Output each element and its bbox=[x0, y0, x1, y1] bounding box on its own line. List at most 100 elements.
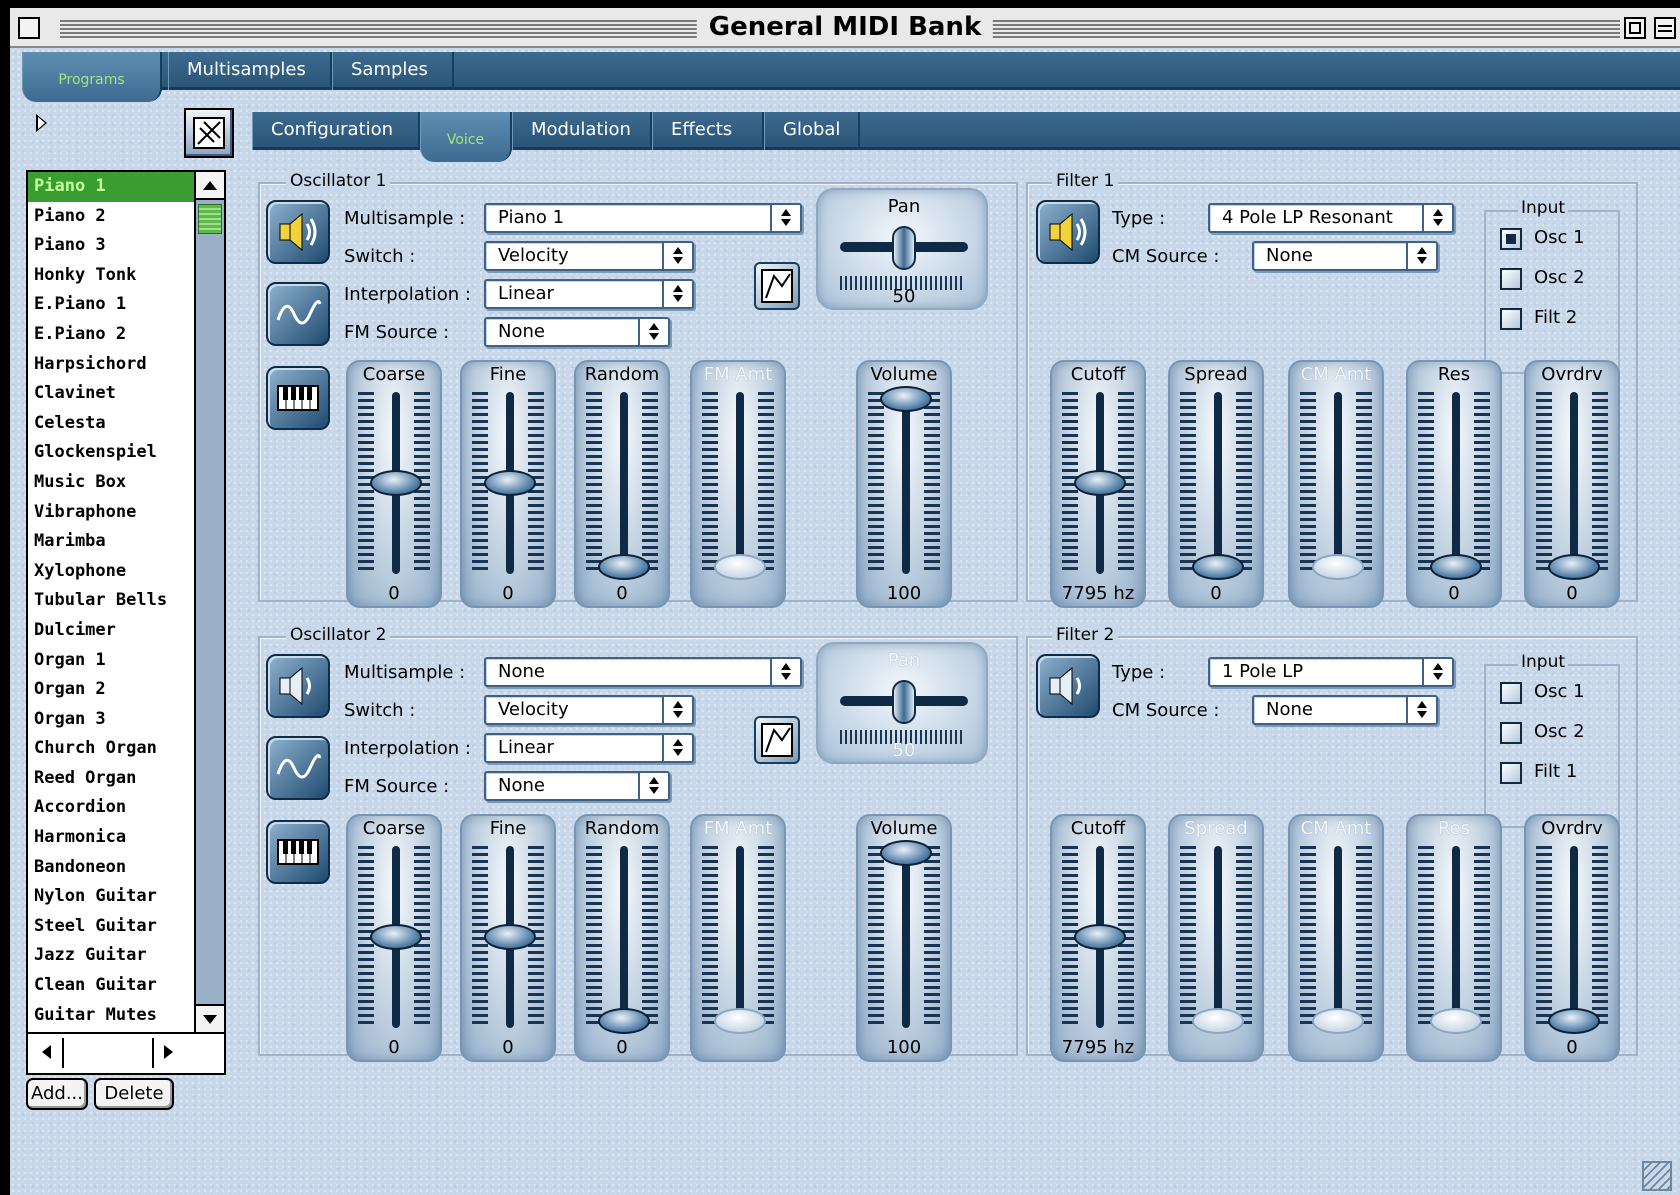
list-item[interactable]: Reed Organ bbox=[28, 764, 196, 794]
pan-handle[interactable] bbox=[892, 226, 916, 270]
keyboard-icon[interactable] bbox=[266, 820, 330, 884]
add-program-button[interactable]: Add... bbox=[26, 1078, 88, 1110]
cm-source-select[interactable]: None bbox=[1252, 695, 1438, 725]
fader-ovrdrv[interactable]: Ovrdrv 0 bbox=[1524, 814, 1620, 1062]
fader-res[interactable]: Res bbox=[1406, 814, 1502, 1062]
title-bar[interactable]: General MIDI Bank bbox=[10, 8, 1680, 48]
fader-cm-amt[interactable]: CM Amt bbox=[1288, 360, 1384, 608]
grow-box-icon[interactable] bbox=[1642, 1161, 1672, 1191]
pan-control[interactable]: Pan 50 bbox=[816, 188, 988, 310]
speaker-icon[interactable] bbox=[266, 654, 330, 718]
fader-random[interactable]: Random 0 bbox=[574, 814, 670, 1062]
windowshade-icon[interactable] bbox=[1654, 17, 1676, 39]
list-item[interactable]: Church Organ bbox=[28, 734, 196, 764]
program-list-hscroll[interactable] bbox=[28, 1032, 224, 1073]
waveform-icon[interactable] bbox=[266, 282, 330, 346]
waveform-icon[interactable] bbox=[266, 736, 330, 800]
disclosure-triangle-icon[interactable] bbox=[36, 114, 47, 132]
cm-source-select[interactable]: None bbox=[1252, 241, 1438, 271]
pan-handle[interactable] bbox=[892, 680, 916, 724]
scroll-down-arrow-icon[interactable] bbox=[196, 1004, 224, 1032]
list-item[interactable]: Accordion bbox=[28, 793, 196, 823]
list-item[interactable]: Harpsichord bbox=[28, 350, 196, 380]
envelope-edit-icon[interactable] bbox=[754, 262, 800, 310]
list-item[interactable]: Steel Guitar bbox=[28, 912, 196, 942]
edit-program-icon[interactable] bbox=[184, 108, 234, 158]
delete-program-button[interactable]: Delete bbox=[94, 1078, 174, 1110]
tab-modulation[interactable]: Modulation bbox=[512, 112, 652, 150]
list-item[interactable]: Honky Tonk bbox=[28, 261, 196, 291]
input-checkbox[interactable] bbox=[1500, 228, 1522, 250]
tab-programs[interactable]: Programs bbox=[22, 52, 162, 102]
switch-select[interactable]: Velocity bbox=[484, 695, 694, 725]
list-item[interactable]: E.Piano 1 bbox=[28, 290, 196, 320]
list-item[interactable]: Piano 2 bbox=[28, 202, 196, 232]
list-item[interactable]: Organ 1 bbox=[28, 646, 196, 676]
fader-handle[interactable] bbox=[1430, 1008, 1482, 1034]
fader-cm-amt[interactable]: CM Amt bbox=[1288, 814, 1384, 1062]
scroll-up-arrow-icon[interactable] bbox=[196, 172, 224, 200]
multisample-select[interactable]: None bbox=[484, 657, 802, 687]
fader-fine[interactable]: Fine 0 bbox=[460, 814, 556, 1062]
list-item[interactable]: Nylon Guitar bbox=[28, 882, 196, 912]
speaker-icon[interactable] bbox=[1036, 654, 1100, 718]
fader-handle[interactable] bbox=[598, 554, 650, 580]
scroll-thumb[interactable] bbox=[198, 204, 222, 234]
fader-volume[interactable]: Volume 100 bbox=[856, 360, 952, 608]
list-item[interactable]: Jazz Guitar bbox=[28, 941, 196, 971]
list-item[interactable]: Harmonica bbox=[28, 823, 196, 853]
scroll-right-arrow-icon[interactable] bbox=[152, 1038, 184, 1068]
fader-handle[interactable] bbox=[1312, 554, 1364, 580]
speaker-icon[interactable] bbox=[266, 200, 330, 264]
list-item[interactable]: Glockenspiel bbox=[28, 438, 196, 468]
fm-source-select[interactable]: None bbox=[484, 771, 670, 801]
fader-handle[interactable] bbox=[370, 470, 422, 496]
fader-handle[interactable] bbox=[484, 470, 536, 496]
multisample-select[interactable]: Piano 1 bbox=[484, 203, 802, 233]
tab-configuration[interactable]: Configuration bbox=[252, 112, 420, 150]
fader-coarse[interactable]: Coarse 0 bbox=[346, 814, 442, 1062]
fader-random[interactable]: Random 0 bbox=[574, 360, 670, 608]
fader-handle[interactable] bbox=[1192, 1008, 1244, 1034]
tab-voice[interactable]: Voice bbox=[420, 112, 512, 162]
pan-control[interactable]: Pan 50 bbox=[816, 642, 988, 764]
list-item[interactable]: Vibraphone bbox=[28, 498, 196, 528]
list-item[interactable]: Piano 1 bbox=[28, 172, 196, 202]
list-item[interactable]: Piano 3 bbox=[28, 231, 196, 261]
program-list-scrollbar[interactable] bbox=[194, 172, 224, 1032]
fader-handle[interactable] bbox=[1192, 554, 1244, 580]
list-item[interactable]: Tubular Bells bbox=[28, 586, 196, 616]
fader-coarse[interactable]: Coarse 0 bbox=[346, 360, 442, 608]
fader-handle[interactable] bbox=[714, 554, 766, 580]
list-item[interactable]: Bandoneon bbox=[28, 853, 196, 883]
tab-effects[interactable]: Effects bbox=[652, 112, 764, 150]
fader-res[interactable]: Res 0 bbox=[1406, 360, 1502, 608]
input-checkbox[interactable] bbox=[1500, 268, 1522, 290]
fader-handle[interactable] bbox=[880, 840, 932, 866]
list-item[interactable]: Dulcimer bbox=[28, 616, 196, 646]
fader-handle[interactable] bbox=[370, 924, 422, 950]
fader-spread[interactable]: Spread bbox=[1168, 814, 1264, 1062]
envelope-edit-icon[interactable] bbox=[754, 716, 800, 764]
tab-multisamples[interactable]: Multisamples bbox=[168, 52, 332, 90]
input-checkbox[interactable] bbox=[1500, 722, 1522, 744]
list-item[interactable]: Marimba bbox=[28, 527, 196, 557]
fader-handle[interactable] bbox=[1548, 1008, 1600, 1034]
list-item[interactable]: Organ 3 bbox=[28, 705, 196, 735]
fader-cutoff[interactable]: Cutoff 7795 hz bbox=[1050, 360, 1146, 608]
fader-fm-amt[interactable]: FM Amt bbox=[690, 814, 786, 1062]
scroll-left-arrow-icon[interactable] bbox=[32, 1038, 64, 1068]
list-item[interactable]: Clavinet bbox=[28, 379, 196, 409]
program-list[interactable]: Piano 1 Piano 2 Piano 3 Honky Tonk E.Piano 1… bbox=[26, 170, 226, 1075]
zoom-box-icon[interactable] bbox=[1624, 17, 1646, 39]
input-checkbox[interactable] bbox=[1500, 762, 1522, 784]
fader-handle[interactable] bbox=[484, 924, 536, 950]
speaker-icon[interactable] bbox=[1036, 200, 1100, 264]
input-checkbox[interactable] bbox=[1500, 308, 1522, 330]
switch-select[interactable]: Velocity bbox=[484, 241, 694, 271]
input-checkbox[interactable] bbox=[1500, 682, 1522, 704]
fader-handle[interactable] bbox=[1074, 924, 1126, 950]
tab-samples[interactable]: Samples bbox=[332, 52, 454, 90]
list-item[interactable]: Xylophone bbox=[28, 557, 196, 587]
fader-ovrdrv[interactable]: Ovrdrv 0 bbox=[1524, 360, 1620, 608]
